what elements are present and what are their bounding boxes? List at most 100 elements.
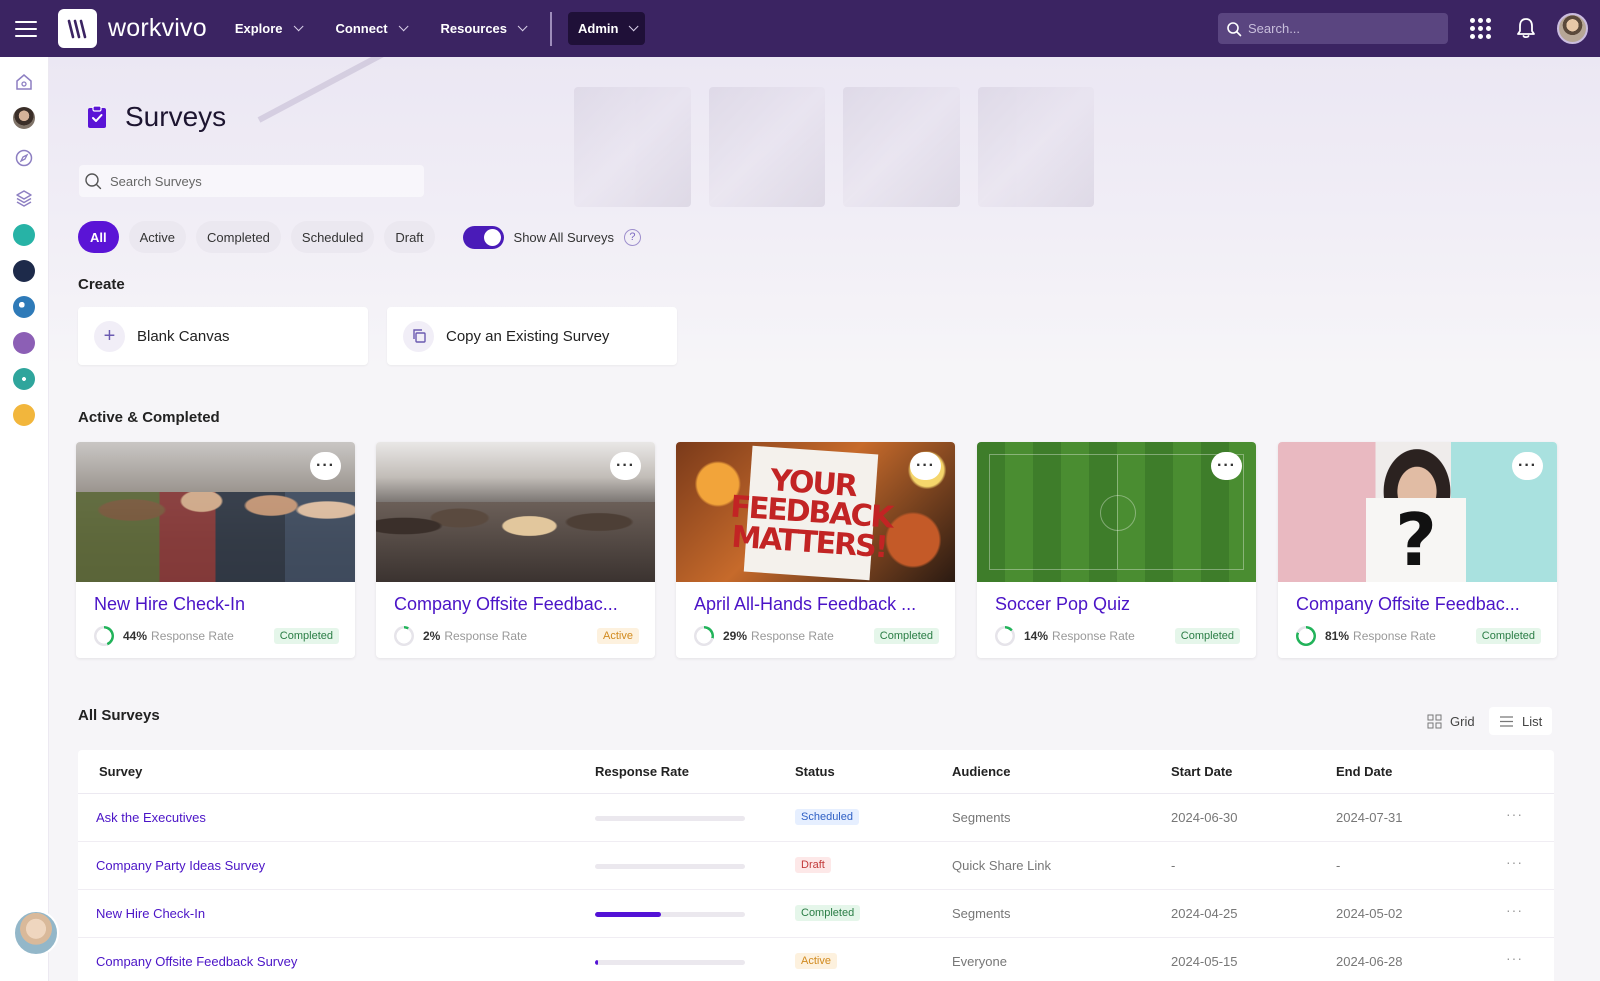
- survey-card-title[interactable]: April All-Hands Feedback ...: [694, 594, 944, 615]
- progress-ring-icon: [694, 626, 714, 646]
- sign-line: MATTERS!: [730, 519, 888, 565]
- filter-active[interactable]: Active: [128, 221, 187, 253]
- response-rate-label: Response Rate: [444, 629, 528, 643]
- nav-admin[interactable]: Admin: [568, 12, 646, 45]
- row-more-icon[interactable]: ···: [1506, 902, 1523, 918]
- survey-search-input[interactable]: [110, 173, 410, 189]
- filter-completed[interactable]: Completed: [196, 221, 281, 253]
- row-more-icon[interactable]: ···: [1506, 854, 1523, 870]
- response-rate-label: Response Rate: [1353, 629, 1436, 643]
- copy-survey-button[interactable]: Copy an Existing Survey: [387, 307, 677, 365]
- table-row[interactable]: Ask the Executives Scheduled Segments 20…: [78, 794, 1554, 842]
- survey-card-meta: 2% Response Rate Active: [394, 626, 639, 646]
- row-more-icon[interactable]: ···: [1506, 806, 1523, 822]
- column-audience[interactable]: Audience: [952, 764, 1011, 779]
- start-date-cell: 2024-05-15: [1171, 954, 1238, 969]
- survey-card[interactable]: ··· New Hire Check-In 44% Response Rate …: [76, 442, 355, 658]
- more-options-icon[interactable]: ···: [310, 452, 341, 480]
- grid-view-button[interactable]: Grid: [1417, 707, 1485, 735]
- survey-card-title[interactable]: Company Offsite Feedbac...: [394, 594, 644, 615]
- more-options-icon[interactable]: ···: [1211, 452, 1242, 480]
- blank-canvas-button[interactable]: + Blank Canvas: [78, 307, 368, 365]
- column-survey[interactable]: Survey: [99, 764, 142, 779]
- more-options-icon[interactable]: ···: [1512, 452, 1543, 480]
- chevron-down-icon: [629, 21, 640, 32]
- survey-card-image: ? ···: [1278, 442, 1557, 582]
- apps-grid-icon[interactable]: [1470, 18, 1491, 39]
- compass-icon[interactable]: [14, 148, 34, 168]
- surveys-table: Survey Response Rate Status Audience Sta…: [78, 750, 1554, 981]
- active-completed-title: Active & Completed: [78, 409, 220, 426]
- filter-draft[interactable]: Draft: [384, 221, 435, 253]
- table-row[interactable]: Company Party Ideas Survey Draft Quick S…: [78, 842, 1554, 890]
- progress-ring-icon: [1296, 626, 1316, 646]
- workvivo-logo[interactable]: [58, 9, 97, 48]
- feedback-sign: YOUR FEEDBACK MATTERS!: [729, 445, 893, 581]
- global-search[interactable]: [1218, 13, 1448, 44]
- sidebar-space-5[interactable]: [13, 368, 35, 390]
- table-row[interactable]: Company Offsite Feedback Survey Active E…: [78, 938, 1554, 981]
- nav-connect[interactable]: Connect: [336, 21, 423, 36]
- column-start-date[interactable]: Start Date: [1171, 764, 1232, 779]
- status-badge: Completed: [1174, 628, 1240, 644]
- survey-card-meta: 14% Response Rate Completed: [995, 626, 1240, 646]
- filter-scheduled[interactable]: Scheduled: [290, 221, 375, 253]
- survey-name-link[interactable]: Company Party Ideas Survey: [96, 858, 265, 873]
- copy-survey-label: Copy an Existing Survey: [446, 327, 610, 345]
- survey-name-link[interactable]: Ask the Executives: [96, 810, 206, 825]
- global-search-input[interactable]: [1248, 21, 1438, 36]
- blank-canvas-label: Blank Canvas: [137, 327, 230, 345]
- response-rate-bar: [595, 960, 745, 965]
- survey-card[interactable]: ··· Company Offsite Feedbac... 2% Respon…: [376, 442, 655, 658]
- filter-all[interactable]: All: [78, 221, 119, 253]
- menu-icon[interactable]: [0, 0, 52, 57]
- copy-icon: [403, 320, 434, 352]
- column-response-rate[interactable]: Response Rate: [595, 764, 689, 779]
- response-rate-label: Response Rate: [151, 629, 234, 643]
- plus-icon: +: [94, 320, 125, 352]
- bell-icon[interactable]: [1513, 15, 1539, 41]
- start-date-cell: 2024-06-30: [1171, 810, 1238, 825]
- nav-resources[interactable]: Resources: [441, 21, 542, 36]
- nav-divider: [550, 11, 553, 46]
- survey-card-image: YOUR FEEDBACK MATTERS! ···: [676, 442, 955, 582]
- status-badge: Active: [597, 628, 639, 644]
- more-options-icon[interactable]: ···: [610, 452, 641, 480]
- column-end-date[interactable]: End Date: [1336, 764, 1392, 779]
- sidebar-space-4[interactable]: [13, 332, 35, 354]
- home-icon[interactable]: [14, 72, 34, 92]
- survey-card-title[interactable]: New Hire Check-In: [94, 594, 344, 615]
- layers-icon[interactable]: [14, 188, 34, 208]
- column-status[interactable]: Status: [795, 764, 835, 779]
- survey-card[interactable]: ··· Soccer Pop Quiz 14% Response Rate Co…: [977, 442, 1256, 658]
- survey-search[interactable]: [79, 165, 424, 197]
- response-pct: 14%: [1024, 629, 1049, 643]
- survey-name-link[interactable]: Company Offsite Feedback Survey: [96, 954, 297, 969]
- show-all-toggle[interactable]: [462, 225, 504, 249]
- sidebar-space-3[interactable]: [13, 296, 35, 318]
- end-date-cell: -: [1336, 858, 1341, 873]
- row-more-icon[interactable]: ···: [1506, 950, 1523, 966]
- survey-card-image: ···: [977, 442, 1256, 582]
- survey-card[interactable]: YOUR FEEDBACK MATTERS! ··· April All-Han…: [676, 442, 955, 658]
- sidebar-space-1[interactable]: [13, 224, 35, 246]
- survey-card[interactable]: ? ··· Company Offsite Feedbac... 81% Res…: [1278, 442, 1557, 658]
- status-badge: Completed: [273, 628, 339, 644]
- nav-explore[interactable]: Explore: [235, 21, 318, 36]
- audience-cell: Segments: [952, 906, 1011, 921]
- question-mark-sign: ?: [1366, 498, 1466, 582]
- sidebar-avatar-profile[interactable]: [13, 107, 35, 129]
- survey-name-link[interactable]: New Hire Check-In: [96, 906, 205, 921]
- list-view-button[interactable]: List: [1489, 707, 1553, 735]
- sidebar-space-2[interactable]: [13, 260, 35, 282]
- table-row[interactable]: New Hire Check-In Completed Segments 202…: [78, 890, 1554, 938]
- grid-view-icon: [1427, 714, 1442, 728]
- survey-card-title[interactable]: Soccer Pop Quiz: [995, 594, 1245, 615]
- survey-card-title[interactable]: Company Offsite Feedbac...: [1296, 594, 1546, 615]
- page-header: Surveys: [87, 101, 226, 133]
- sidebar-space-6[interactable]: [13, 404, 35, 426]
- more-options-icon[interactable]: ···: [910, 452, 941, 480]
- user-avatar[interactable]: [1557, 13, 1588, 44]
- list-view-icon: [1500, 715, 1513, 727]
- help-icon[interactable]: ?: [623, 228, 641, 246]
